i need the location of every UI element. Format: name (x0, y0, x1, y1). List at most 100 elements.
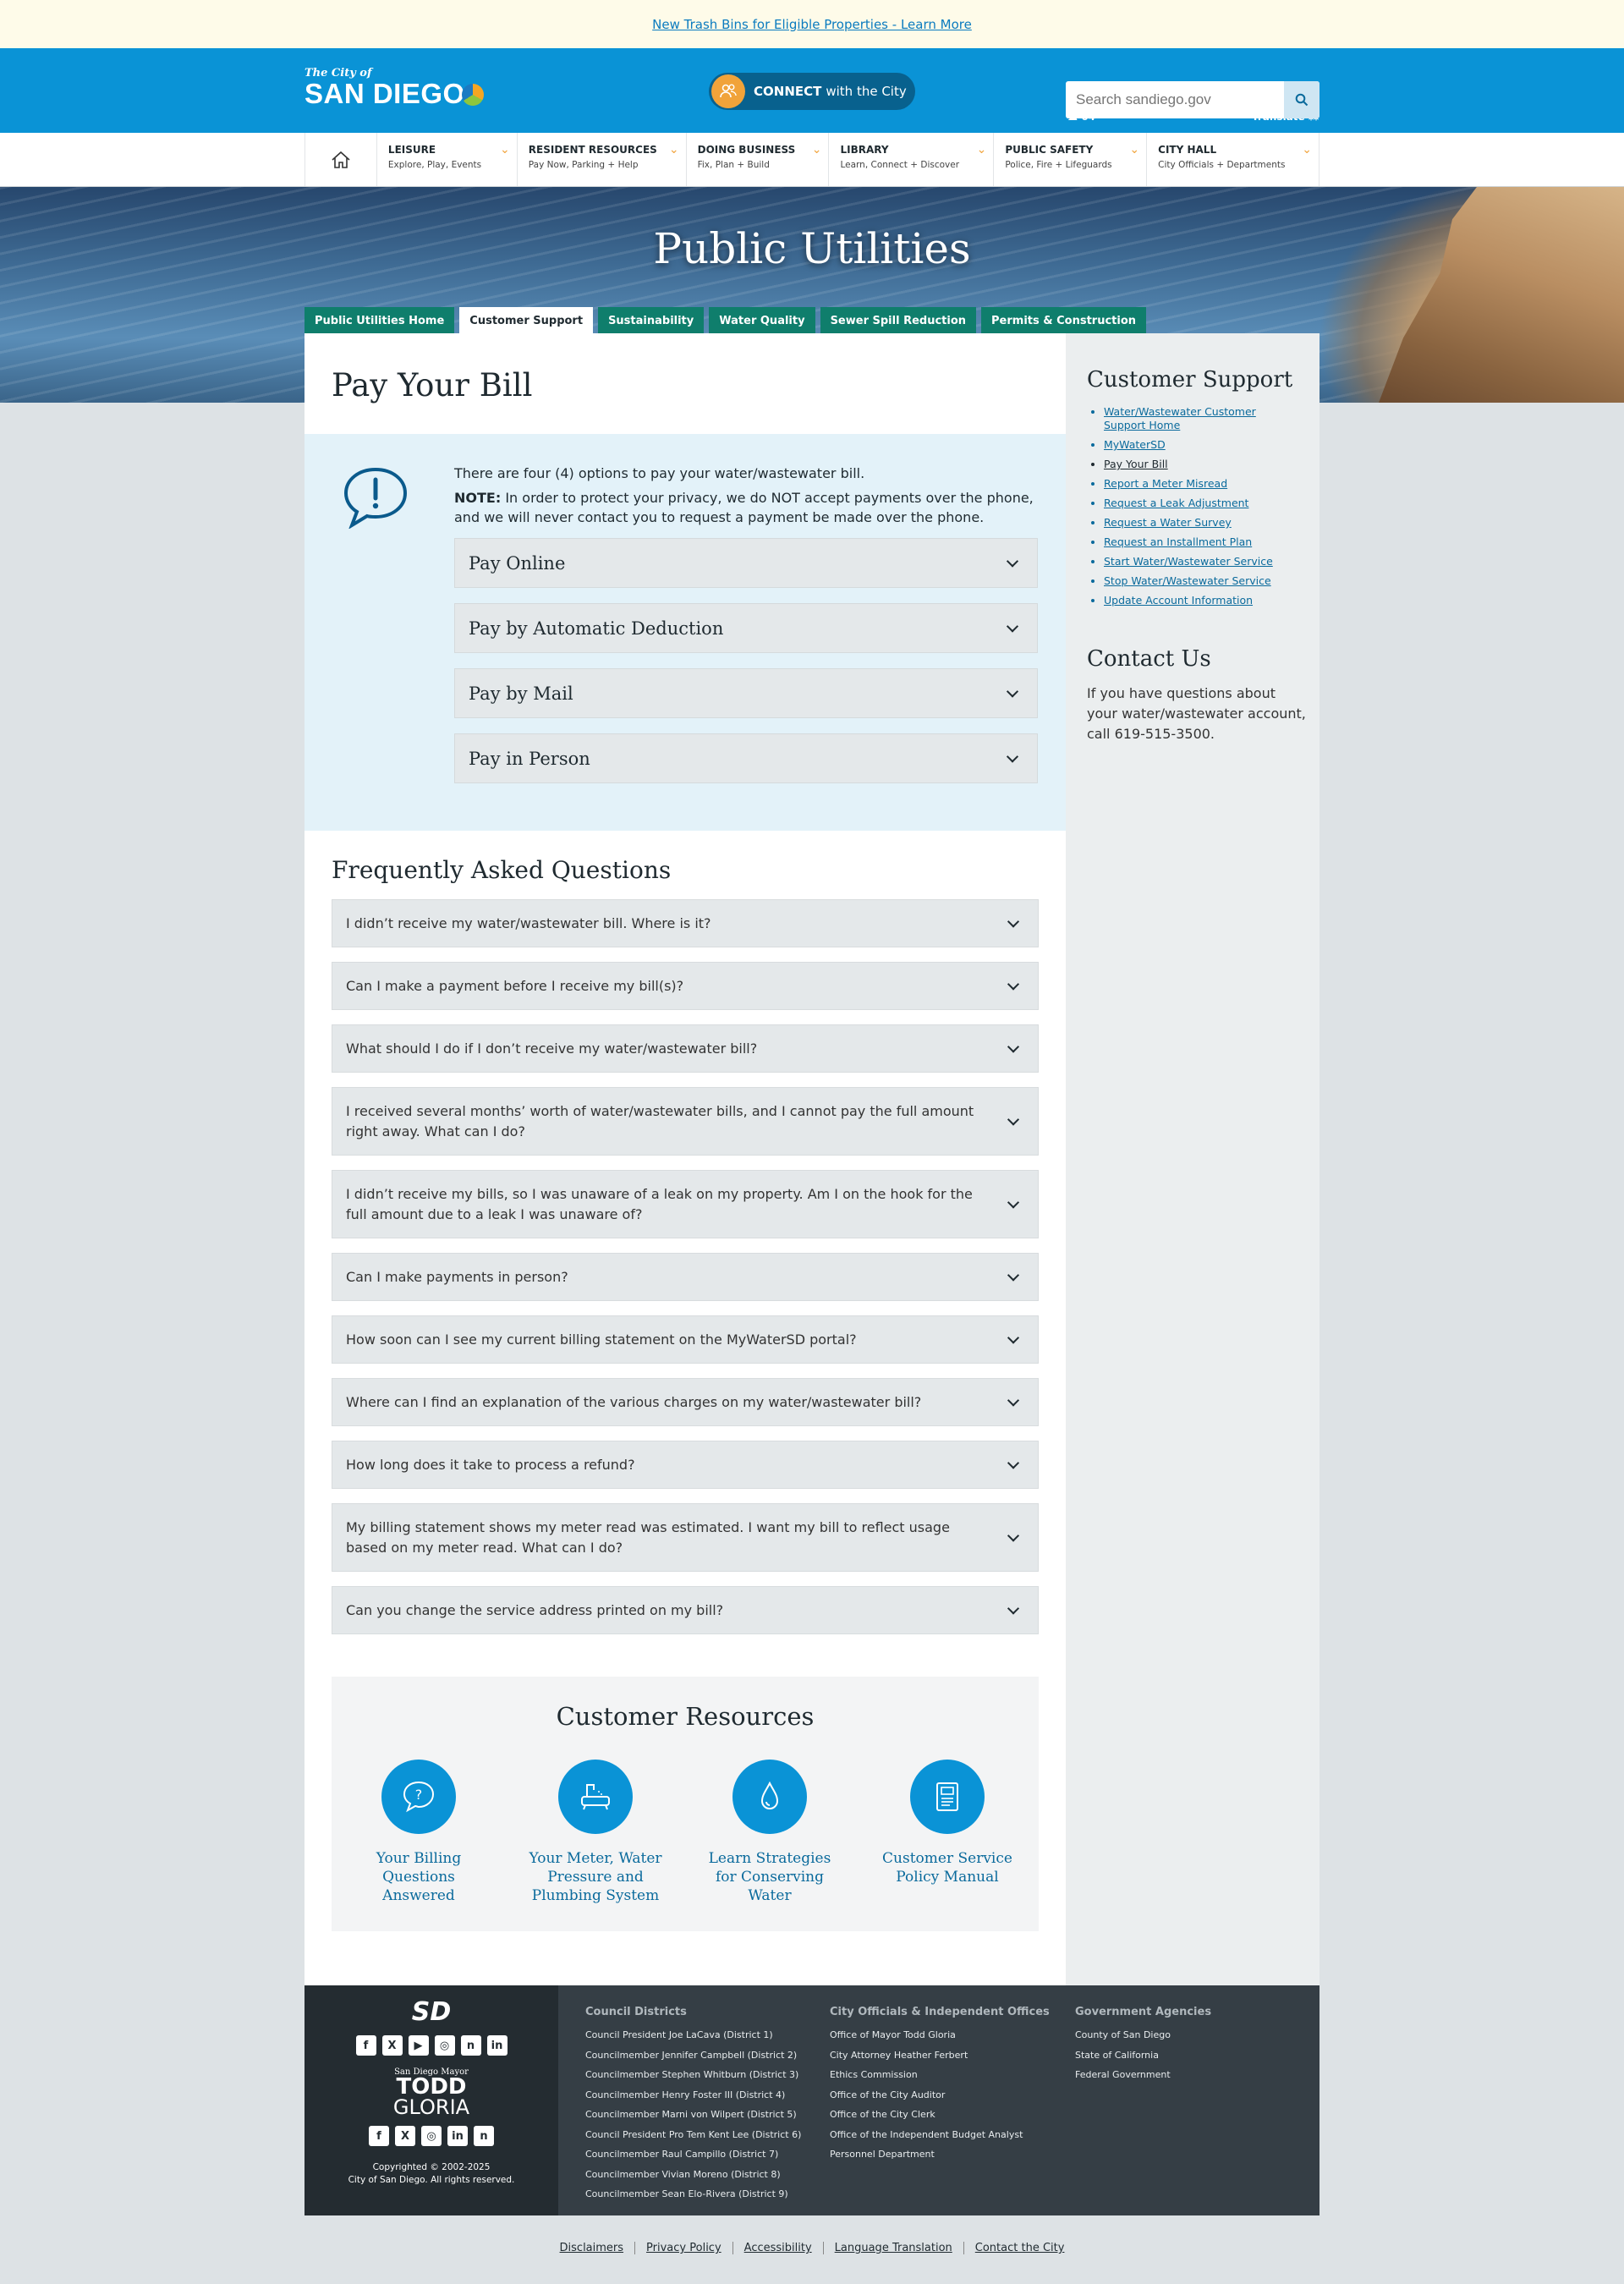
faq-question: Where can I find an explanation of the v… (346, 1393, 922, 1410)
sidebar-link[interactable]: Start Water/Wastewater Service (1104, 555, 1273, 568)
contact-the-city-link[interactable]: Contact the City (963, 2242, 1076, 2254)
copyright-line-2: City of San Diego. All rights reserved. (348, 2175, 515, 2185)
footer-link[interactable]: Council President Joe LaCava (District 1… (585, 2025, 801, 2045)
city-logo[interactable]: The City of SAN DIEGO (304, 67, 484, 108)
alert-link[interactable]: New Trash Bins for Eligible Properties -… (652, 17, 972, 32)
sidebar-link[interactable]: Request a Leak Adjustment (1104, 497, 1248, 509)
footer-link[interactable]: Office of the Independent Budget Analyst (830, 2125, 1050, 2145)
sidebar-link-current[interactable]: Pay Your Bill (1104, 458, 1168, 470)
accordion-pay-by-mail[interactable]: Pay by Mail (454, 668, 1038, 718)
nav-item-title: RESIDENT RESOURCES (528, 144, 657, 156)
faucet-icon (558, 1760, 633, 1834)
nav-item-public-safety[interactable]: PUBLIC SAFETY Police, Fire + Lifeguards … (994, 133, 1148, 186)
svg-text:?: ? (415, 1787, 423, 1803)
footer-link[interactable]: Personnel Department (830, 2144, 1050, 2165)
facebook-icon[interactable]: f (355, 2035, 376, 2056)
faq-item[interactable]: Can you change the service address print… (332, 1586, 1039, 1634)
search-input[interactable] (1066, 81, 1284, 118)
search-button[interactable] (1284, 81, 1320, 118)
sidebar-link[interactable]: Update Account Information (1104, 594, 1253, 607)
chevron-down-icon: ⌄ (1129, 143, 1140, 156)
footer-link[interactable]: Council President Pro Tem Kent Lee (Dist… (585, 2125, 801, 2145)
faq-item[interactable]: I received several months’ worth of wate… (332, 1087, 1039, 1156)
footer-branding: SD f X ▶ ◎ n in San Diego Mayor TODD GLO… (304, 1985, 558, 2215)
footer-link[interactable]: Councilmember Marni von Wilpert (Distric… (585, 2105, 801, 2125)
connect-button[interactable]: CONNECT with the City (709, 73, 915, 110)
sidebar-link[interactable]: Request an Installment Plan (1104, 535, 1252, 548)
faq-item[interactable]: What should I do if I don’t receive my w… (332, 1024, 1039, 1073)
linkedin-icon[interactable]: in (486, 2035, 508, 2056)
nav-item-city-hall[interactable]: CITY HALL City Officials + Departments ⌄ (1147, 133, 1320, 186)
x-icon[interactable]: X (395, 2126, 415, 2146)
faq-item[interactable]: My billing statement shows my meter read… (332, 1503, 1039, 1572)
footer-link[interactable]: Federal Government (1075, 2065, 1211, 2085)
resource-meter-plumbing[interactable]: Your Meter, Water Pressure and Plumbing … (524, 1760, 667, 1905)
faq-item[interactable]: I didn’t receive my water/wastewater bil… (332, 899, 1039, 947)
nextdoor-icon[interactable]: n (474, 2126, 494, 2146)
sidebar-link[interactable]: Stop Water/Wastewater Service (1104, 574, 1271, 587)
linkedin-icon[interactable]: in (447, 2126, 468, 2146)
resource-billing-questions[interactable]: ? Your Billing Questions Answered (347, 1760, 491, 1905)
sidebar-item-current: Pay Your Bill (1104, 458, 1298, 471)
faq-item[interactable]: Can I make payments in person? (332, 1253, 1039, 1301)
language-translation-link[interactable]: Language Translation (822, 2242, 963, 2254)
footer-link[interactable]: Ethics Commission (830, 2065, 1050, 2085)
disclaimers-link[interactable]: Disclaimers (549, 2242, 635, 2254)
nav-item-library[interactable]: LIBRARY Learn, Connect + Discover ⌄ (829, 133, 995, 186)
tab-public-utilities-home[interactable]: Public Utilities Home (304, 307, 455, 334)
footer-link[interactable]: City Attorney Heather Ferbert (830, 2045, 1050, 2066)
tab-permits-construction[interactable]: Permits & Construction (981, 307, 1147, 334)
sidebar-link[interactable]: MyWaterSD (1104, 438, 1166, 451)
tab-sewer-spill-reduction[interactable]: Sewer Spill Reduction (820, 307, 977, 334)
nav-item-resident-resources[interactable]: RESIDENT RESOURCES Pay Now, Parking + He… (518, 133, 687, 186)
faq-item[interactable]: Can I make a payment before I receive my… (332, 962, 1039, 1010)
chevron-down-icon (1007, 914, 1020, 928)
resource-policy-manual[interactable]: Customer Service Policy Manual (875, 1760, 1019, 1886)
x-icon[interactable]: X (381, 2035, 403, 2056)
tab-water-quality[interactable]: Water Quality (709, 307, 815, 334)
footer-link[interactable]: County of San Diego (1075, 2025, 1211, 2045)
home-button[interactable] (305, 133, 377, 186)
faq-item[interactable]: Where can I find an explanation of the v… (332, 1378, 1039, 1426)
footer-link[interactable]: Councilmember Vivian Moreno (District 8) (585, 2165, 801, 2185)
footer-link[interactable]: Councilmember Stephen Whitburn (District… (585, 2065, 801, 2085)
nav-item-doing-business[interactable]: DOING BUSINESS Fix, Plan + Build ⌄ (687, 133, 830, 186)
footer-link[interactable]: State of California (1075, 2045, 1211, 2066)
faq-item[interactable]: I didn’t receive my bills, so I was unaw… (332, 1170, 1039, 1238)
resource-conserving-water[interactable]: Learn Strategies for Conserving Water (698, 1760, 842, 1905)
nextdoor-icon[interactable]: n (460, 2035, 481, 2056)
nav-item-leisure[interactable]: LEISURE Explore, Play, Events ⌄ (377, 133, 518, 186)
connect-bold: CONNECT (754, 84, 822, 99)
footer-link[interactable]: Office of Mayor Todd Gloria (830, 2025, 1050, 2045)
footer-link[interactable]: Councilmember Raul Campillo (District 7) (585, 2144, 801, 2165)
footer-link[interactable]: Councilmember Jennifer Campbell (Distric… (585, 2045, 801, 2066)
sidebar-link[interactable]: Report a Meter Misread (1104, 477, 1227, 490)
sd-logo[interactable]: SD (304, 1997, 558, 2027)
nav-item-sub: Pay Now, Parking + Help (528, 160, 639, 170)
sidebar-link[interactable]: Water/Wastewater Customer Support Home (1104, 405, 1256, 431)
nav-item-sub: Explore, Play, Events (387, 160, 482, 170)
accessibility-link[interactable]: Accessibility (732, 2242, 823, 2254)
tab-customer-support[interactable]: Customer Support (459, 307, 594, 334)
instagram-icon[interactable]: ◎ (421, 2126, 442, 2146)
footer-link[interactable]: Councilmember Sean Elo-Rivera (District … (585, 2184, 801, 2204)
footer-link[interactable]: Office of the City Clerk (830, 2105, 1050, 2125)
facebook-icon[interactable]: f (369, 2126, 389, 2146)
footer-link[interactable]: Councilmember Henry Foster III (District… (585, 2085, 801, 2106)
chevron-down-icon (1007, 1529, 1020, 1542)
sidebar-link[interactable]: Request a Water Survey (1104, 516, 1232, 529)
contact-title: Contact Us (1087, 646, 1211, 672)
accordion-pay-automatic-deduction[interactable]: Pay by Automatic Deduction (454, 603, 1038, 653)
footer-link[interactable]: Office of the City Auditor (830, 2085, 1050, 2106)
mayor-logo[interactable]: San Diego Mayor TODD GLORIA (304, 2067, 558, 2117)
accordion-pay-online[interactable]: Pay Online (454, 538, 1038, 588)
accordion-pay-in-person[interactable]: Pay in Person (454, 733, 1038, 783)
nav-item-sub: Police, Fire + Lifeguards (1005, 160, 1112, 170)
faq-item[interactable]: How soon can I see my current billing st… (332, 1315, 1039, 1364)
tab-sustainability[interactable]: Sustainability (598, 307, 705, 334)
instagram-icon[interactable]: ◎ (434, 2035, 455, 2056)
youtube-icon[interactable]: ▶ (408, 2035, 429, 2056)
privacy-policy-link[interactable]: Privacy Policy (634, 2242, 732, 2254)
city-social-links: f X ▶ ◎ n in (304, 2035, 558, 2056)
faq-item[interactable]: How long does it take to process a refun… (332, 1441, 1039, 1489)
